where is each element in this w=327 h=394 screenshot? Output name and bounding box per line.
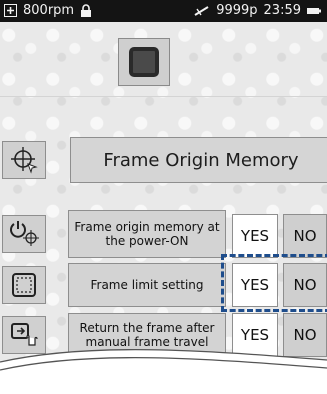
frame-origin-button[interactable]: [2, 141, 46, 179]
stitch-counter: 9999p: [216, 3, 258, 18]
row-label-frame-limit: Frame limit setting: [68, 263, 226, 307]
frame-origin-icon: [11, 147, 38, 174]
highlight-frame: [221, 254, 327, 312]
speed-readout: 800rpm: [23, 3, 75, 18]
battery-icon: [307, 7, 321, 14]
status-right: 9999p 23:59: [194, 3, 321, 18]
page-title: Frame Origin Memory: [70, 137, 327, 183]
power-frame-icon: [10, 221, 39, 246]
plus-box-icon: [4, 4, 17, 17]
clock: 23:59: [263, 3, 301, 18]
row-label-power-on: Frame origin memory at the power-ON: [68, 210, 226, 258]
yes-button-power-on[interactable]: YES: [232, 214, 278, 258]
frame-limit-icon: [12, 273, 36, 297]
lock-icon: [81, 3, 92, 17]
needle-icon: [194, 5, 209, 16]
frame-limit-icon-button: [2, 266, 46, 304]
stop-button[interactable]: [118, 38, 170, 86]
stop-square-icon: [129, 47, 159, 77]
screen: 800rpm 9999p 23:59 Frame Origin Memory F: [0, 0, 327, 394]
status-bar: 800rpm 9999p 23:59: [0, 0, 327, 22]
divider: [0, 96, 327, 97]
no-button-power-on[interactable]: NO: [283, 214, 327, 258]
power-on-origin-icon-button: [2, 215, 46, 253]
status-left: 800rpm: [4, 3, 92, 18]
torn-edge: [0, 349, 327, 394]
